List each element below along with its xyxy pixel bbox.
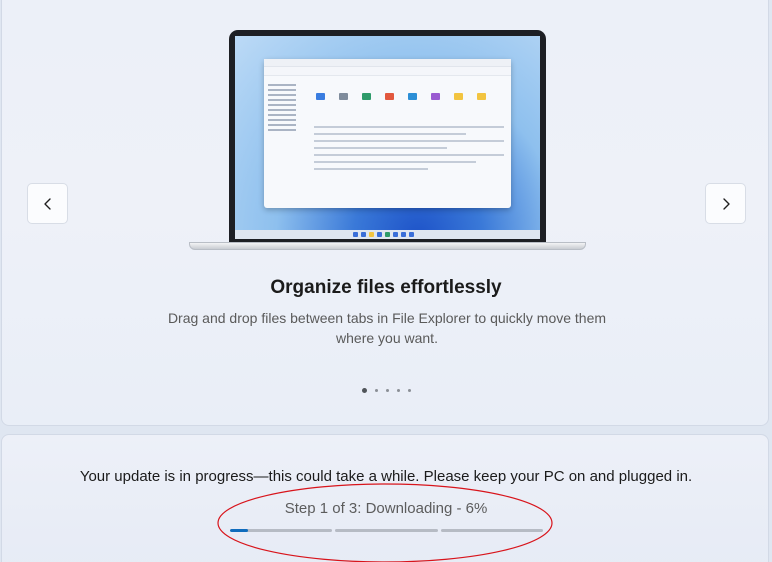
folder-icons-illustration	[314, 87, 504, 109]
laptop-screen	[235, 36, 540, 239]
slide-title: Organize files effortlessly	[270, 277, 502, 298]
feature-carousel: Organize files effortlessly Drag and dro…	[1, 0, 769, 426]
laptop-base	[189, 242, 586, 250]
file-explorer-window-illustration	[264, 59, 511, 208]
pagination-dot-2[interactable]	[374, 389, 378, 392]
progress-fill	[230, 529, 249, 532]
pagination-dot-4[interactable]	[396, 389, 400, 392]
progress-segment-1	[230, 529, 333, 532]
chevron-left-icon	[43, 197, 51, 210]
carousel-pagination	[2, 388, 770, 393]
pagination-dot-3[interactable]	[385, 389, 389, 392]
progress-segment-3	[440, 529, 543, 532]
carousel-next-button[interactable]	[705, 183, 746, 224]
pagination-dot-5[interactable]	[407, 389, 411, 392]
update-status-message: Your update is in progress—this could ta…	[79, 468, 693, 485]
carousel-prev-button[interactable]	[27, 183, 68, 224]
update-step-text: Step 1 of 3: Downloading - 6%	[284, 500, 488, 517]
slide-description: Drag and drop files between tabs in File…	[167, 310, 607, 346]
progress-segment-2	[335, 529, 438, 532]
chevron-right-icon	[722, 197, 730, 210]
update-progress-card: Your update is in progress—this could ta…	[1, 434, 769, 562]
taskbar-illustration	[235, 230, 540, 239]
windows-update-oobe: Organize files effortlessly Drag and dro…	[0, 0, 772, 562]
laptop-lid	[229, 30, 546, 242]
pagination-dot-1[interactable]	[361, 388, 367, 393]
laptop-illustration	[189, 30, 586, 252]
update-progress-bar	[230, 529, 543, 532]
